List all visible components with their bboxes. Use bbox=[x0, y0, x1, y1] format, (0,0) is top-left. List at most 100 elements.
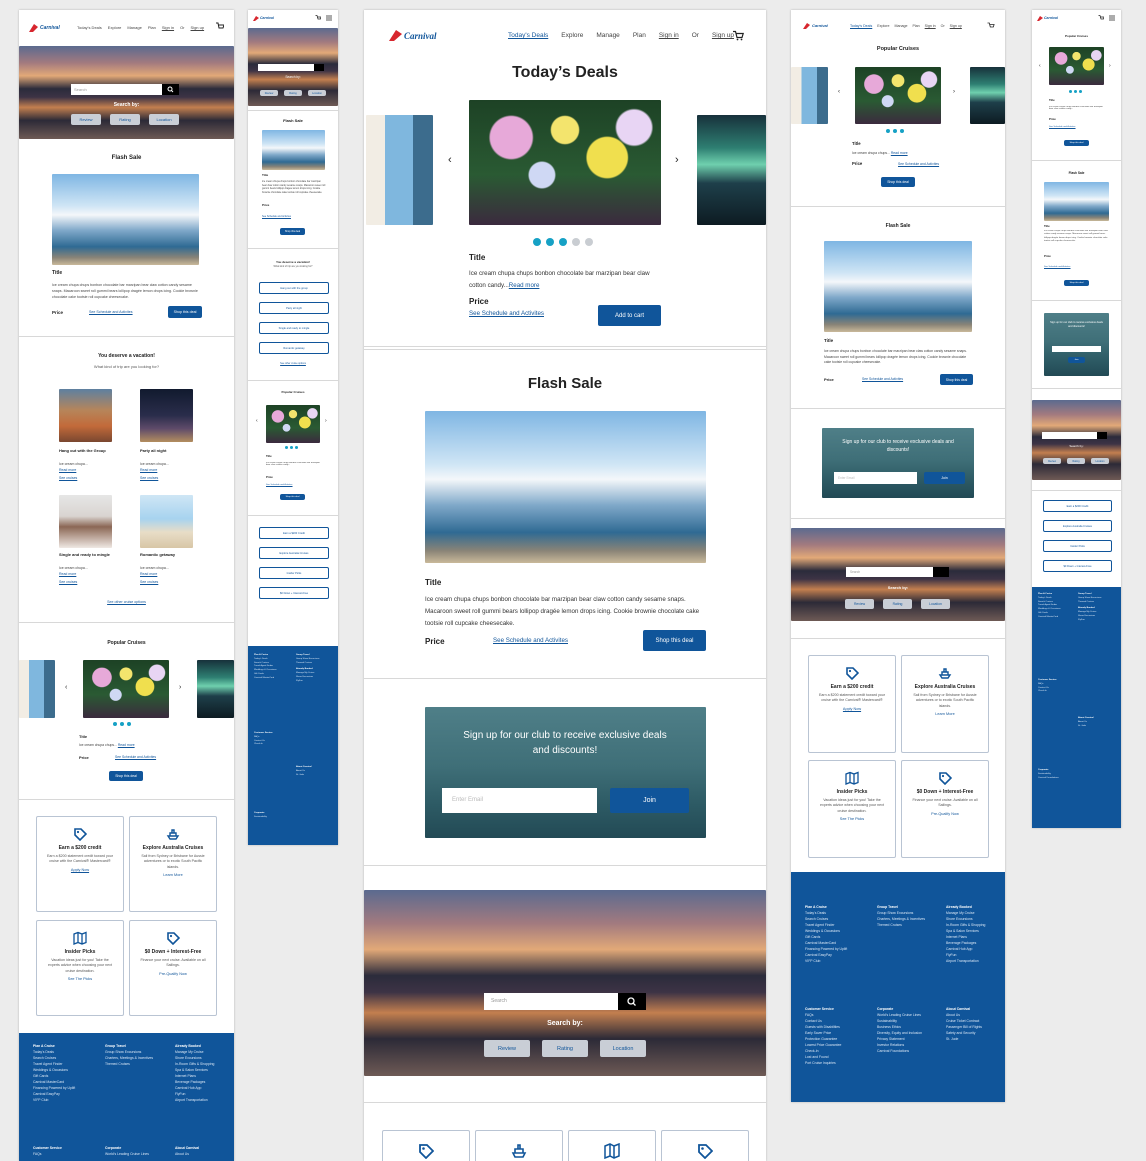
cart-icon[interactable] bbox=[315, 15, 321, 21]
footer-link[interactable]: St. Jude bbox=[1078, 725, 1094, 729]
schedule-link[interactable]: See Schedule and Activites bbox=[115, 755, 156, 759]
trip-option-button[interactable]: Romantic getaway bbox=[259, 342, 329, 354]
shop-deal-button[interactable]: Shop this deal bbox=[881, 177, 915, 187]
nav-sign-in[interactable]: Sign in bbox=[659, 32, 679, 39]
logo[interactable]: Carnival bbox=[389, 30, 437, 41]
vacation-see-cruises[interactable]: See cruises bbox=[59, 476, 77, 480]
search-input[interactable]: Search bbox=[846, 567, 933, 577]
carousel-next-arrow[interactable]: › bbox=[325, 418, 327, 424]
logo[interactable]: Carnival bbox=[803, 23, 828, 29]
promo-link[interactable]: Apply Now bbox=[809, 707, 895, 711]
promo-card-australia[interactable] bbox=[475, 1130, 563, 1161]
vacation-image-party[interactable] bbox=[140, 389, 193, 442]
carousel-prev-arrow[interactable]: ‹ bbox=[256, 418, 258, 424]
search-input[interactable] bbox=[258, 64, 314, 71]
filter-review[interactable]: Review bbox=[1043, 458, 1061, 464]
logo[interactable]: Carnival bbox=[29, 24, 60, 32]
carousel-dot[interactable] bbox=[113, 722, 117, 726]
search-button[interactable] bbox=[933, 567, 949, 577]
menu-icon[interactable] bbox=[326, 15, 332, 21]
footer-link[interactable]: About Us bbox=[175, 1151, 199, 1157]
trip-option-button[interactable]: Single and ready to mingle bbox=[259, 322, 329, 334]
filter-location[interactable]: Location bbox=[600, 1040, 646, 1057]
nav-todays-deals[interactable]: Today's Deals bbox=[850, 24, 872, 28]
footer-link[interactable]: VIFP Club bbox=[805, 958, 847, 964]
schedule-link[interactable]: See Schedule and Activites bbox=[89, 310, 133, 314]
schedule-link[interactable]: See Schedule and Activites bbox=[1044, 266, 1071, 268]
promo-card-insider[interactable]: Insider Picks Vacation ideas just for yo… bbox=[808, 760, 896, 858]
filter-review[interactable]: Review bbox=[845, 599, 874, 609]
nav-sign-up[interactable]: Sign up bbox=[950, 24, 962, 28]
footer-link[interactable]: FlyFun bbox=[296, 680, 319, 684]
vacation-image-group[interactable] bbox=[59, 389, 112, 442]
promo-link[interactable]: Pre-Qualify Now bbox=[902, 812, 988, 816]
quick-link-button[interactable]: $0 Down + Interest-Free bbox=[259, 587, 329, 599]
schedule-link[interactable]: See Schedule and Activites bbox=[469, 310, 544, 317]
promo-card-credit[interactable]: Earn a $200 credit Earn a $200 statement… bbox=[36, 816, 124, 912]
read-more-link[interactable]: Read more bbox=[891, 151, 908, 155]
promo-link[interactable]: Learn More bbox=[902, 712, 988, 716]
carousel-prev-arrow[interactable]: ‹ bbox=[1039, 63, 1041, 69]
nav-explore[interactable]: Explore bbox=[561, 32, 583, 39]
footer-link[interactable]: St. Jude bbox=[946, 1036, 982, 1042]
carousel-next-arrow[interactable]: › bbox=[675, 154, 679, 166]
shop-deal-button[interactable]: Shop this deal bbox=[643, 630, 706, 651]
promo-card-finance[interactable]: $0 Down + Interest-Free Finance your nex… bbox=[901, 760, 989, 858]
carousel-dot[interactable] bbox=[120, 722, 124, 726]
filter-location[interactable]: Location bbox=[921, 599, 950, 609]
nav-sign-in[interactable]: Sign in bbox=[925, 24, 936, 28]
quick-link-button[interactable]: Earn a $200 Credit bbox=[1043, 500, 1112, 512]
carousel-dot[interactable] bbox=[886, 129, 890, 133]
email-input[interactable] bbox=[1052, 346, 1101, 352]
quick-link-button[interactable]: Earn a $200 Credit bbox=[259, 527, 329, 539]
vacation-image-single[interactable] bbox=[59, 495, 112, 548]
carousel-dot[interactable] bbox=[546, 238, 554, 246]
add-to-cart-button[interactable]: Add to cart bbox=[598, 305, 661, 326]
promo-card-insider[interactable]: Insider Picks Vacation ideas just for yo… bbox=[36, 920, 124, 1016]
carousel-prev-arrow[interactable]: ‹ bbox=[838, 89, 840, 95]
promo-link[interactable]: See The Picks bbox=[37, 977, 123, 981]
nav-manage[interactable]: Manage bbox=[127, 25, 141, 30]
shop-deal-button[interactable]: Shop this deal bbox=[280, 494, 305, 500]
vacation-image-romantic[interactable] bbox=[140, 495, 193, 548]
cart-icon[interactable] bbox=[215, 22, 224, 30]
logo[interactable]: Carnival bbox=[253, 16, 274, 21]
footer-link[interactable]: Carnival Foundations bbox=[877, 1048, 922, 1054]
nav-plan[interactable]: Plan bbox=[912, 24, 919, 28]
promo-card-finance[interactable] bbox=[661, 1130, 749, 1161]
footer-link[interactable]: Check-In bbox=[1038, 690, 1057, 694]
footer-link[interactable]: FlyFun bbox=[1078, 619, 1101, 623]
vacation-read-more[interactable]: Read more bbox=[59, 572, 76, 576]
carousel-dot[interactable] bbox=[290, 446, 293, 449]
see-other-cruises-link[interactable]: See other cruise options bbox=[19, 600, 234, 604]
schedule-link[interactable]: See Schedule and Activites bbox=[266, 484, 293, 486]
footer-link[interactable]: Themed Cruises bbox=[1078, 601, 1101, 605]
footer-link[interactable]: Airport Transportation bbox=[175, 1097, 214, 1103]
join-button[interactable]: Join bbox=[610, 788, 689, 813]
carousel-dot[interactable] bbox=[585, 238, 593, 246]
nav-explore[interactable]: Explore bbox=[877, 24, 889, 28]
cart-icon[interactable] bbox=[987, 22, 995, 29]
carousel-dot[interactable] bbox=[893, 129, 897, 133]
quick-link-button[interactable]: Explore Australia Cruises bbox=[1043, 520, 1112, 532]
carousel-dot[interactable] bbox=[1079, 90, 1082, 93]
promo-card-credit[interactable] bbox=[382, 1130, 470, 1161]
filter-rating[interactable]: Rating bbox=[883, 599, 912, 609]
nav-manage[interactable]: Manage bbox=[894, 24, 907, 28]
footer-link[interactable]: Airport Transportation bbox=[946, 958, 985, 964]
filter-rating[interactable]: Rating bbox=[542, 1040, 588, 1057]
nav-manage[interactable]: Manage bbox=[596, 32, 620, 39]
carousel-dot[interactable] bbox=[559, 238, 567, 246]
promo-card-insider[interactable] bbox=[568, 1130, 656, 1161]
nav-plan[interactable]: Plan bbox=[148, 25, 156, 30]
schedule-link[interactable]: See Schedule and Activites bbox=[862, 377, 903, 381]
search-button[interactable] bbox=[162, 84, 179, 95]
carousel-next-arrow[interactable]: › bbox=[179, 684, 181, 691]
cart-icon[interactable] bbox=[1098, 15, 1104, 21]
search-button[interactable] bbox=[1097, 432, 1107, 439]
footer-link[interactable]: Check-In bbox=[254, 743, 273, 747]
footer-link[interactable]: Themed Cruises bbox=[105, 1061, 153, 1067]
shop-deal-button[interactable]: Shop this deal bbox=[109, 771, 143, 781]
read-more-link[interactable]: Read more bbox=[509, 282, 540, 289]
carousel-next-arrow[interactable]: › bbox=[1109, 63, 1111, 69]
